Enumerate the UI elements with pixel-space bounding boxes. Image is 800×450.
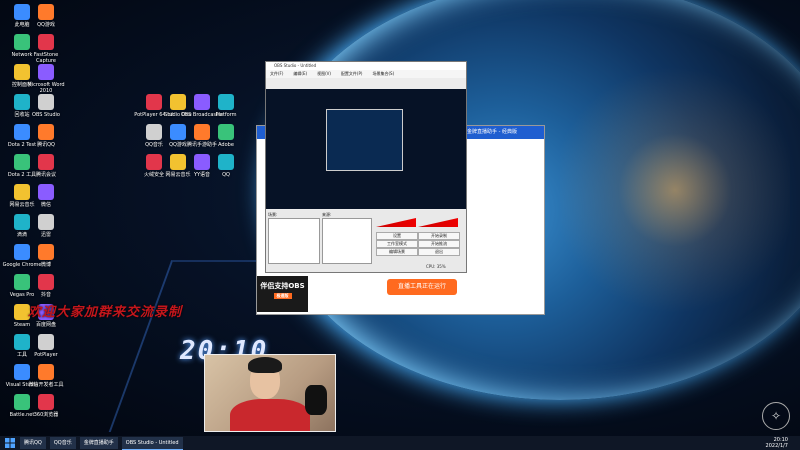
desktop-icon-label: 迅雷 — [40, 232, 51, 238]
desktop-icon[interactable]: PotPlayer — [24, 334, 68, 358]
app-icon — [38, 184, 54, 200]
menu-view[interactable]: 视图(V) — [317, 70, 331, 78]
app-icon — [38, 244, 54, 260]
star-glow — [560, 40, 790, 340]
system-tray-clock[interactable]: 20:10 2022/1/7 — [766, 437, 800, 449]
app-icon — [38, 394, 54, 410]
desktop-icon-label: Platform — [215, 112, 237, 118]
desktop-icon[interactable]: 迅雷 — [24, 214, 68, 238]
app-icon — [38, 4, 54, 20]
desktop-icon-label: 腾讯会议 — [35, 172, 56, 178]
desktop-icon-label: PotPlayer — [34, 352, 58, 358]
desktop-icon-label: FastStone Capture — [33, 52, 59, 64]
desktop-wallpaper: 此电脑 QQ游戏 Network FastStone Capture 控制面板 Micro… — [0, 0, 800, 436]
app-icon — [38, 364, 54, 380]
start-record-button[interactable]: 开始录制 — [418, 232, 460, 240]
microphone — [305, 385, 327, 415]
desktop-icon-label: 抖音 — [40, 292, 51, 298]
promo-title: 伴侣支持OBS — [260, 282, 305, 290]
desktop-icon[interactable]: 微信 — [24, 184, 68, 208]
app-icon — [218, 94, 234, 110]
taskbar-item-music[interactable]: QQ音乐 — [49, 437, 76, 449]
desktop-icon[interactable]: QQ游戏 — [24, 4, 68, 28]
app-icon — [38, 334, 54, 350]
menu-file[interactable]: 文件(F) — [270, 70, 283, 78]
obs-title: OBS Studio - Untitled — [266, 62, 466, 70]
menu-edit[interactable]: 编辑(E) — [293, 70, 307, 78]
menu-scene-collection[interactable]: 场景集合(S) — [372, 70, 394, 78]
desktop-icon[interactable]: Adobe — [204, 124, 248, 148]
red-overlay-text: 欢迎大家加群来交流录制 — [28, 305, 183, 320]
app-icon — [218, 154, 234, 170]
taskbar-item-obs[interactable]: OBS Studio - Untitled — [121, 436, 183, 450]
edit-scene-button[interactable]: 编辑场景 — [376, 248, 418, 256]
sources-list[interactable] — [322, 218, 372, 264]
desktop-icon-label: 微信 — [40, 202, 51, 208]
exit-button[interactable]: 退出 — [418, 248, 460, 256]
scenes-list[interactable] — [268, 218, 320, 264]
app-icon — [38, 274, 54, 290]
taskbar-item-assistant[interactable]: 金牌直播助手 — [79, 437, 118, 449]
obs-status: CPU: 35% — [426, 264, 446, 269]
desktop-icon[interactable]: 腾讯会议 — [24, 154, 68, 178]
webcam-overlay — [204, 354, 336, 432]
desktop-icon-label: QQ游戏 — [37, 22, 55, 28]
desktop-icon[interactable]: 腾讯QQ — [24, 124, 68, 148]
promo-banner[interactable]: 伴侣支持OBS 极速版 — [257, 276, 308, 312]
desktop-icon-label: 百度网盘 — [35, 322, 56, 328]
nested-preview — [326, 109, 403, 171]
desktop-icon-label: QQ — [222, 172, 230, 178]
tray-date: 2022/1/7 — [765, 443, 788, 449]
app-icon — [38, 94, 54, 110]
desktop-icon[interactable]: Microsoft Word 2010 — [24, 64, 68, 94]
desktop-icon[interactable]: QQ — [204, 154, 248, 178]
app-icon — [38, 124, 54, 140]
start-stream-button[interactable]: 开始推流 — [418, 240, 460, 248]
audio-meter-1 — [376, 218, 416, 227]
desktop-icon[interactable]: Platform — [204, 94, 248, 118]
app-icon — [38, 64, 54, 80]
desktop-icon[interactable]: FastStone Capture — [24, 34, 68, 64]
taskbar: 腾讯QQ QQ音乐 金牌直播助手 OBS Studio - Untitled 2… — [0, 436, 800, 450]
app-icon — [38, 34, 54, 50]
app-icon — [38, 154, 54, 170]
desktop-icon-label: 微信开发者工具 — [28, 382, 64, 388]
app-icon — [38, 214, 54, 230]
audio-meter-2 — [418, 218, 458, 227]
desktop-icon-label: Adobe — [218, 142, 234, 148]
menu-profile[interactable]: 配置文件(P) — [341, 70, 363, 78]
obs-preview[interactable] — [266, 89, 466, 209]
settings-button[interactable]: 设置 — [376, 232, 418, 240]
desktop-icon[interactable]: 360浏览器 — [24, 394, 68, 418]
desktop-icon[interactable]: 微博 — [24, 244, 68, 268]
promo-sub: 极速版 — [273, 293, 292, 299]
desktop-icon[interactable]: 抖音 — [24, 274, 68, 298]
obs-controls-area: 场景: 来源: 设置 开始录制 工作室模式 开始推流 编辑场景 退出 CPU: … — [266, 210, 466, 272]
start-tool-button[interactable]: 直播工具正在运行 — [387, 279, 457, 295]
person-shirt — [230, 399, 310, 431]
person-hair — [248, 357, 282, 373]
wallpaper-logo-icon: ✧ — [762, 402, 790, 430]
app-icon — [218, 124, 234, 140]
taskbar-item-qq[interactable]: 腾讯QQ — [20, 437, 46, 449]
desktop-icon[interactable]: 微信开发者工具 — [24, 364, 68, 388]
desktop-icon-label: 360浏览器 — [33, 412, 59, 418]
studio-mode-button[interactable]: 工作室模式 — [376, 240, 418, 248]
desktop-icon[interactable]: OBS Studio — [24, 94, 68, 118]
desktop-icon-label: Microsoft Word 2010 — [27, 82, 65, 94]
desktop-icon-label: 微博 — [40, 262, 51, 268]
obs-menubar: 文件(F) 编辑(E) 视图(V) 配置文件(P) 场景集合(S) — [266, 70, 466, 78]
desktop-icon-label: OBS Studio — [32, 112, 60, 118]
windows-start-icon[interactable] — [4, 438, 16, 448]
desktop-icon-label: 腾讯QQ — [37, 142, 55, 148]
obs-window[interactable]: OBS Studio - Untitled 文件(F) 编辑(E) 视图(V) … — [265, 61, 467, 273]
